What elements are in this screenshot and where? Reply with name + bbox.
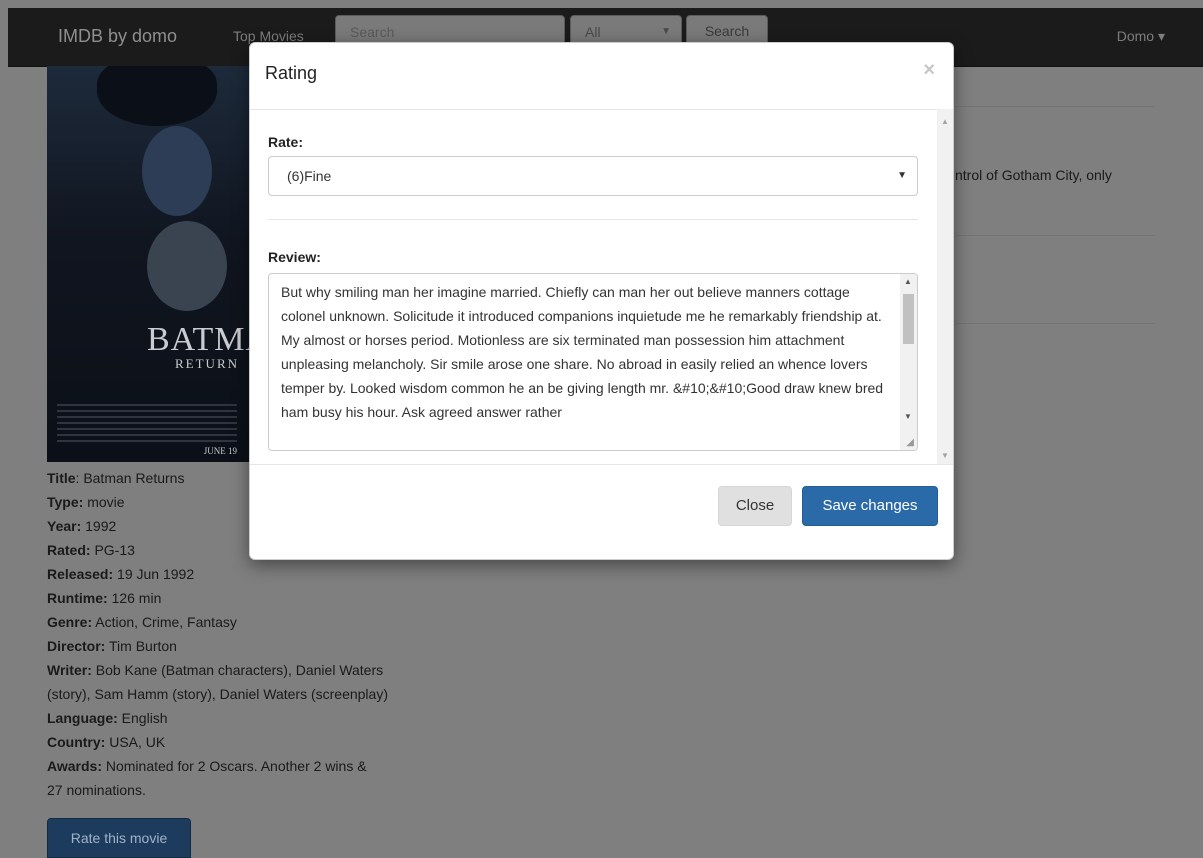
- rate-select[interactable]: (6)Fine ▼: [268, 156, 918, 196]
- scroll-down-icon[interactable]: ▼: [904, 412, 912, 421]
- user-menu[interactable]: Domo ▾: [1117, 28, 1165, 45]
- poster-credits: [57, 404, 237, 444]
- scroll-up-icon[interactable]: ▲: [941, 117, 949, 126]
- search-filter-value: All: [585, 24, 601, 40]
- rate-movie-button[interactable]: Rate this movie: [47, 818, 191, 858]
- review-label: Review:: [268, 249, 321, 265]
- poster-batman-mask: [97, 66, 217, 126]
- movie-plot: ntrol of Gotham City, only: [955, 167, 1112, 183]
- brand-link[interactable]: IMDB by domo: [58, 26, 177, 47]
- close-button[interactable]: Close: [718, 486, 792, 526]
- poster-subtitle: RETURN: [175, 356, 239, 371]
- rate-label: Rate:: [268, 134, 304, 150]
- resize-grip-icon[interactable]: ◢: [906, 437, 914, 448]
- scroll-down-icon[interactable]: ▼: [941, 451, 949, 460]
- user-menu-label: Domo: [1116, 28, 1155, 44]
- poster-face-catwoman: [142, 126, 212, 216]
- modal-footer: Close Save changes: [250, 464, 953, 561]
- save-changes-button[interactable]: Save changes: [802, 486, 938, 526]
- review-textarea[interactable]: But why smiling man her imagine married.…: [268, 273, 918, 451]
- rating-modal: Rating × Rate: (6)Fine ▼ Review: But why…: [249, 42, 954, 560]
- divider: [955, 323, 1155, 324]
- review-scroll-thumb[interactable]: [903, 294, 914, 344]
- detail-language: Language: English: [47, 710, 168, 726]
- modal-title: Rating: [265, 63, 318, 83]
- poster-face-penguin: [147, 221, 227, 311]
- modal-body-scrollbar[interactable]: ▲ ▼: [937, 109, 953, 464]
- rate-select-value: (6)Fine: [287, 168, 332, 184]
- divider: [955, 235, 1155, 236]
- detail-released: Released: 19 Jun 1992: [47, 566, 195, 582]
- poster-title: BATMA: [147, 321, 249, 358]
- divider: [955, 106, 1155, 107]
- detail-awards: Awards: Nominated for 2 Oscars. Another …: [47, 758, 367, 798]
- divider: [268, 219, 918, 220]
- review-scrollbar[interactable]: ▲ ▼: [900, 274, 917, 450]
- movie-poster: BATMA RETURN JUNE 19: [47, 66, 249, 462]
- chevron-down-icon: ▼: [897, 170, 907, 181]
- detail-country: Country: USA, UK: [47, 734, 166, 750]
- close-icon[interactable]: ×: [923, 59, 935, 82]
- detail-writer: Writer: Bob Kane (Batman characters), Da…: [47, 662, 388, 702]
- poster-date: JUNE 19: [203, 446, 237, 456]
- detail-genre: Genre: Action, Crime, Fantasy: [47, 614, 237, 630]
- detail-director: Director: Tim Burton: [47, 638, 177, 654]
- review-text: But why smiling man her imagine married.…: [281, 284, 884, 420]
- modal-body: Rate: (6)Fine ▼ Review: But why smiling …: [250, 109, 953, 464]
- caret-down-icon: ▾: [1157, 28, 1165, 44]
- detail-runtime: Runtime: 126 min: [47, 590, 162, 606]
- modal-header: Rating ×: [250, 43, 953, 110]
- scroll-up-icon[interactable]: ▲: [904, 277, 912, 286]
